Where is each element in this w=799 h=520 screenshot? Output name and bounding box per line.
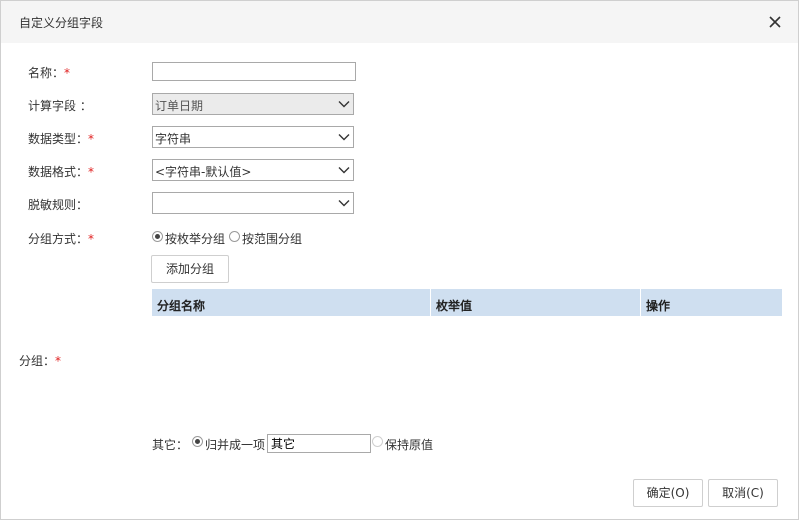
- data-type-select[interactable]: 字符串: [152, 126, 354, 148]
- keep-original-label[interactable]: 保持原值: [385, 436, 433, 453]
- keep-original-radio[interactable]: [372, 436, 383, 447]
- group-by-enum-radio[interactable]: [152, 231, 163, 242]
- data-type-label: 数据类型：*: [28, 132, 95, 146]
- mask-rule-select[interactable]: [152, 192, 354, 214]
- name-input[interactable]: [152, 62, 356, 81]
- group-label: 分组：*: [19, 354, 62, 368]
- dialog-title-bar: 自定义分组字段: [1, 1, 798, 43]
- dialog-title: 自定义分组字段: [19, 16, 104, 30]
- chevron-down-icon: [338, 101, 350, 108]
- chevron-down-icon: [338, 167, 350, 174]
- data-format-value: <字符串-默认值>: [155, 165, 252, 179]
- grid-col-enum-values[interactable]: 枚举值: [431, 289, 640, 316]
- group-by-range-radio[interactable]: [229, 231, 240, 242]
- merge-into-one-radio[interactable]: [192, 436, 203, 447]
- calc-field-label: 计算字段 ：: [28, 99, 92, 113]
- group-grid-header: 分组名称 枚举值 操作: [152, 289, 782, 316]
- mask-rule-label: 脱敏规则：: [28, 198, 89, 212]
- data-format-label: 数据格式：*: [28, 165, 95, 179]
- add-group-button[interactable]: 添加分组: [151, 255, 229, 283]
- chevron-down-icon: [338, 134, 350, 141]
- close-icon: [769, 16, 781, 28]
- other-name-input[interactable]: [267, 434, 371, 453]
- chevron-down-icon: [338, 200, 350, 207]
- group-by-enum-label[interactable]: 按枚举分组: [165, 230, 225, 247]
- calc-field-select[interactable]: 订单日期: [152, 93, 354, 115]
- data-format-select[interactable]: <字符串-默认值>: [152, 159, 354, 181]
- grid-col-group-name[interactable]: 分组名称: [152, 289, 430, 316]
- group-mode-label: 分组方式：*: [28, 232, 95, 246]
- grid-col-actions[interactable]: 操作: [641, 289, 782, 316]
- calc-field-value: 订单日期: [155, 99, 204, 113]
- merge-into-one-label[interactable]: 归并成一项: [205, 436, 265, 453]
- custom-group-field-dialog: 自定义分组字段 名称：* 计算字段 ： 订单日期 数据类型：* 字符串 数据格式…: [0, 0, 799, 520]
- name-label: 名称：*: [28, 66, 71, 80]
- ok-button[interactable]: 确定(O): [633, 479, 703, 507]
- cancel-button[interactable]: 取消(C): [708, 479, 778, 507]
- group-by-range-label[interactable]: 按范围分组: [242, 230, 302, 247]
- data-type-value: 字符串: [155, 132, 192, 146]
- close-button[interactable]: [765, 12, 785, 32]
- other-label: 其它：: [152, 438, 189, 452]
